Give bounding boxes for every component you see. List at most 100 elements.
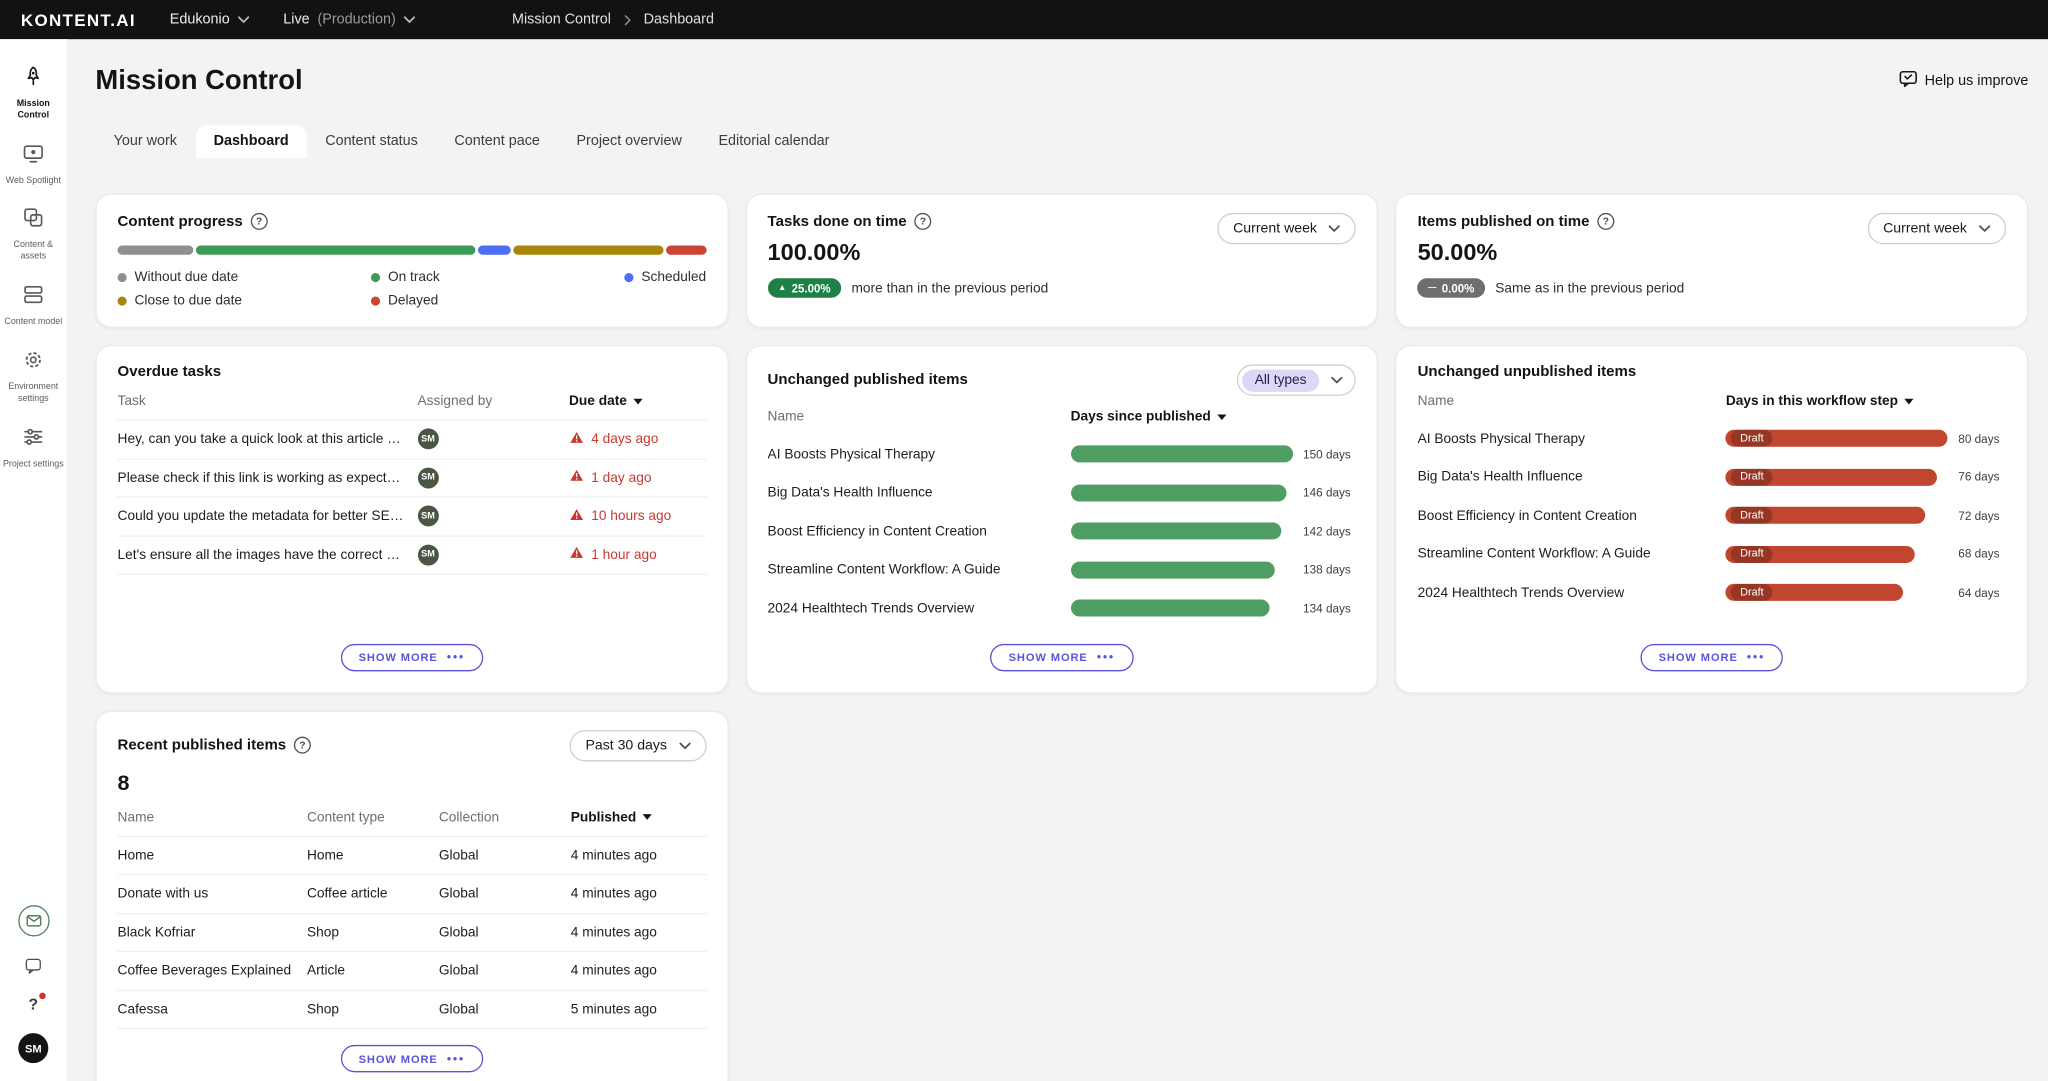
breadcrumb-current[interactable]: Dashboard — [644, 12, 714, 28]
unchanged-published-items-card: Unchanged published items All types Name… — [745, 345, 1378, 693]
item-row[interactable]: Home Home Global 4 minutes ago — [118, 837, 707, 876]
sidebar-item-content-assets[interactable]: Content & assets — [1, 197, 65, 274]
item-row[interactable]: Donate with us Coffee article Global 4 m… — [118, 875, 707, 914]
item-name[interactable]: Streamline Content Workflow: A Guide — [768, 562, 1071, 578]
tab-editorial-calendar[interactable]: Editorial calendar — [700, 125, 848, 158]
item-row[interactable]: 2024 Healthtech Trends Overview 134 days — [768, 589, 1357, 628]
type-filter-select[interactable]: All types — [1236, 364, 1356, 395]
workflow-step-chip: Draft — [1731, 430, 1773, 447]
period-select[interactable]: Past 30 days — [570, 729, 706, 760]
task-row[interactable]: Please check if this link is working as … — [118, 459, 707, 498]
sidebar-item-mission-control[interactable]: Mission Control — [1, 55, 65, 132]
item-name[interactable]: Boost Efficiency in Content Creation — [1418, 508, 1726, 524]
column-published-sort[interactable]: Published — [571, 809, 706, 825]
help-icon[interactable]: ? — [1597, 213, 1614, 230]
task-title[interactable]: Let's ensure all the images have the cor… — [118, 547, 418, 563]
task-row[interactable]: Could you update the metadata for better… — [118, 498, 707, 537]
top-bar: KONTENT.AI Edukonio Live (Production) Mi… — [0, 0, 2048, 39]
task-title[interactable]: Hey, can you take a quick look at this a… — [118, 431, 418, 447]
assignee-avatar: SM — [418, 467, 439, 488]
item-row[interactable]: 2024 Healthtech Trends Overview Draft64 … — [1418, 573, 2007, 612]
task-title[interactable]: Could you update the metadata for better… — [118, 508, 418, 524]
show-more-button[interactable]: SHOW MORE••• — [340, 1045, 483, 1072]
item-row[interactable]: Streamline Content Workflow: A Guide Dra… — [1418, 535, 2007, 574]
task-row[interactable]: Hey, can you take a quick look at this a… — [118, 421, 707, 460]
sidebar-item-project-settings[interactable]: Project settings — [1, 415, 65, 480]
sidebar-item-environment-settings[interactable]: Environment settings — [1, 338, 65, 415]
item-name[interactable]: Donate with us — [118, 886, 307, 902]
tab-content-pace[interactable]: Content pace — [436, 125, 558, 158]
item-row[interactable]: Big Data's Health Influence 146 days — [768, 473, 1357, 512]
task-row[interactable]: Let's ensure all the images have the cor… — [118, 536, 707, 575]
column-due-date-sort[interactable]: Due date — [569, 393, 706, 409]
chat-icon[interactable] — [24, 956, 44, 976]
days-label: 68 days — [1958, 548, 1999, 561]
chevron-down-icon — [1329, 225, 1341, 233]
published-time: 4 minutes ago — [571, 963, 706, 979]
item-name[interactable]: 2024 Healthtech Trends Overview — [1418, 585, 1726, 601]
item-name[interactable]: AI Boosts Physical Therapy — [1418, 431, 1726, 447]
sidebar-item-label: Web Spotlight — [6, 176, 61, 188]
item-name[interactable]: AI Boosts Physical Therapy — [768, 446, 1071, 462]
progress-legend: Without due date On track Scheduled Clos… — [118, 269, 707, 308]
item-row[interactable]: Cafessa Shop Global 5 minutes ago — [118, 991, 707, 1030]
item-row[interactable]: AI Boosts Physical Therapy 150 days — [768, 435, 1357, 474]
item-name[interactable]: Black Kofriar — [118, 924, 307, 940]
item-row[interactable]: Boost Efficiency in Content Creation 142… — [768, 512, 1357, 551]
days-bar — [1071, 484, 1287, 501]
help-icon[interactable]: ? — [251, 213, 268, 230]
item-row[interactable]: Boost Efficiency in Content Creation Dra… — [1418, 496, 2007, 535]
item-name[interactable]: Coffee Beverages Explained — [118, 963, 307, 979]
task-title[interactable]: Please check if this link is working as … — [118, 470, 418, 486]
column-days-since-published-sort[interactable]: Days since published — [1071, 409, 1357, 425]
breadcrumb-root[interactable]: Mission Control — [512, 12, 611, 28]
sliders-icon — [21, 424, 46, 455]
help-us-improve-link[interactable]: Help us improve — [1898, 71, 2028, 92]
period-select[interactable]: Current week — [1217, 213, 1356, 244]
warning-icon — [569, 546, 583, 563]
item-row[interactable]: AI Boosts Physical Therapy Draft80 days — [1418, 419, 2007, 458]
item-name[interactable]: Streamline Content Workflow: A Guide — [1418, 546, 1726, 562]
item-name[interactable]: Home — [118, 847, 307, 863]
help-icon[interactable]: ? — [294, 737, 311, 754]
item-row[interactable]: Coffee Beverages Explained Article Globa… — [118, 952, 707, 991]
days-bar: Draft — [1726, 507, 1926, 524]
show-more-button[interactable]: SHOW MORE••• — [990, 643, 1133, 670]
tab-dashboard[interactable]: Dashboard — [195, 125, 307, 158]
published-count: 8 — [118, 771, 707, 796]
days-bar: Draft — [1726, 430, 1948, 447]
item-name[interactable]: Cafessa — [118, 1001, 307, 1017]
sidebar-item-web-spotlight[interactable]: Web Spotlight — [1, 131, 65, 196]
app-viewport: KONTENT.AI Edukonio Live (Production) Mi… — [0, 0, 2048, 1081]
due-date: 4 days ago — [569, 431, 706, 448]
item-name[interactable]: Boost Efficiency in Content Creation — [768, 523, 1071, 539]
sidebar-bottom: ? SM — [18, 905, 49, 1063]
main-content: Mission Control Help us improve Your wor… — [68, 39, 2048, 1081]
help-icon[interactable]: ? — [915, 213, 932, 230]
days-bar: Draft — [1726, 469, 1937, 486]
item-row[interactable]: Black Kofriar Shop Global 4 minutes ago — [118, 914, 707, 953]
show-more-button[interactable]: SHOW MORE••• — [1640, 643, 1783, 670]
tab-content-status[interactable]: Content status — [307, 125, 436, 158]
show-more-button[interactable]: SHOW MORE••• — [340, 643, 483, 670]
project-switcher[interactable]: Edukonio — [170, 12, 250, 28]
tab-your-work[interactable]: Your work — [95, 125, 195, 158]
item-row[interactable]: Big Data's Health Influence Draft76 days — [1418, 458, 2007, 497]
item-name[interactable]: Big Data's Health Influence — [1418, 469, 1726, 485]
delta-badge: ▲25.00% — [768, 278, 842, 298]
item-row[interactable]: Streamline Content Workflow: A Guide 138… — [768, 551, 1357, 590]
kontent-logo[interactable]: KONTENT.AI — [21, 10, 136, 30]
messenger-icon[interactable] — [18, 905, 49, 936]
user-avatar[interactable]: SM — [18, 1033, 48, 1063]
card-title: Unchanged published items — [768, 372, 968, 388]
item-name[interactable]: 2024 Healthtech Trends Overview — [768, 600, 1071, 616]
column-days-in-step-sort[interactable]: Days in this workflow step — [1726, 393, 2006, 409]
item-name[interactable]: Big Data's Health Influence — [768, 485, 1071, 501]
assignee-avatar: SM — [418, 506, 439, 527]
type-filter-value: All types — [1242, 369, 1320, 391]
tab-project-overview[interactable]: Project overview — [558, 125, 700, 158]
help-icon[interactable]: ? — [25, 995, 42, 1013]
environment-switcher[interactable]: Live (Production) — [283, 12, 415, 28]
period-select[interactable]: Current week — [1867, 213, 2006, 244]
sidebar-item-content-model[interactable]: Content model — [1, 273, 65, 338]
